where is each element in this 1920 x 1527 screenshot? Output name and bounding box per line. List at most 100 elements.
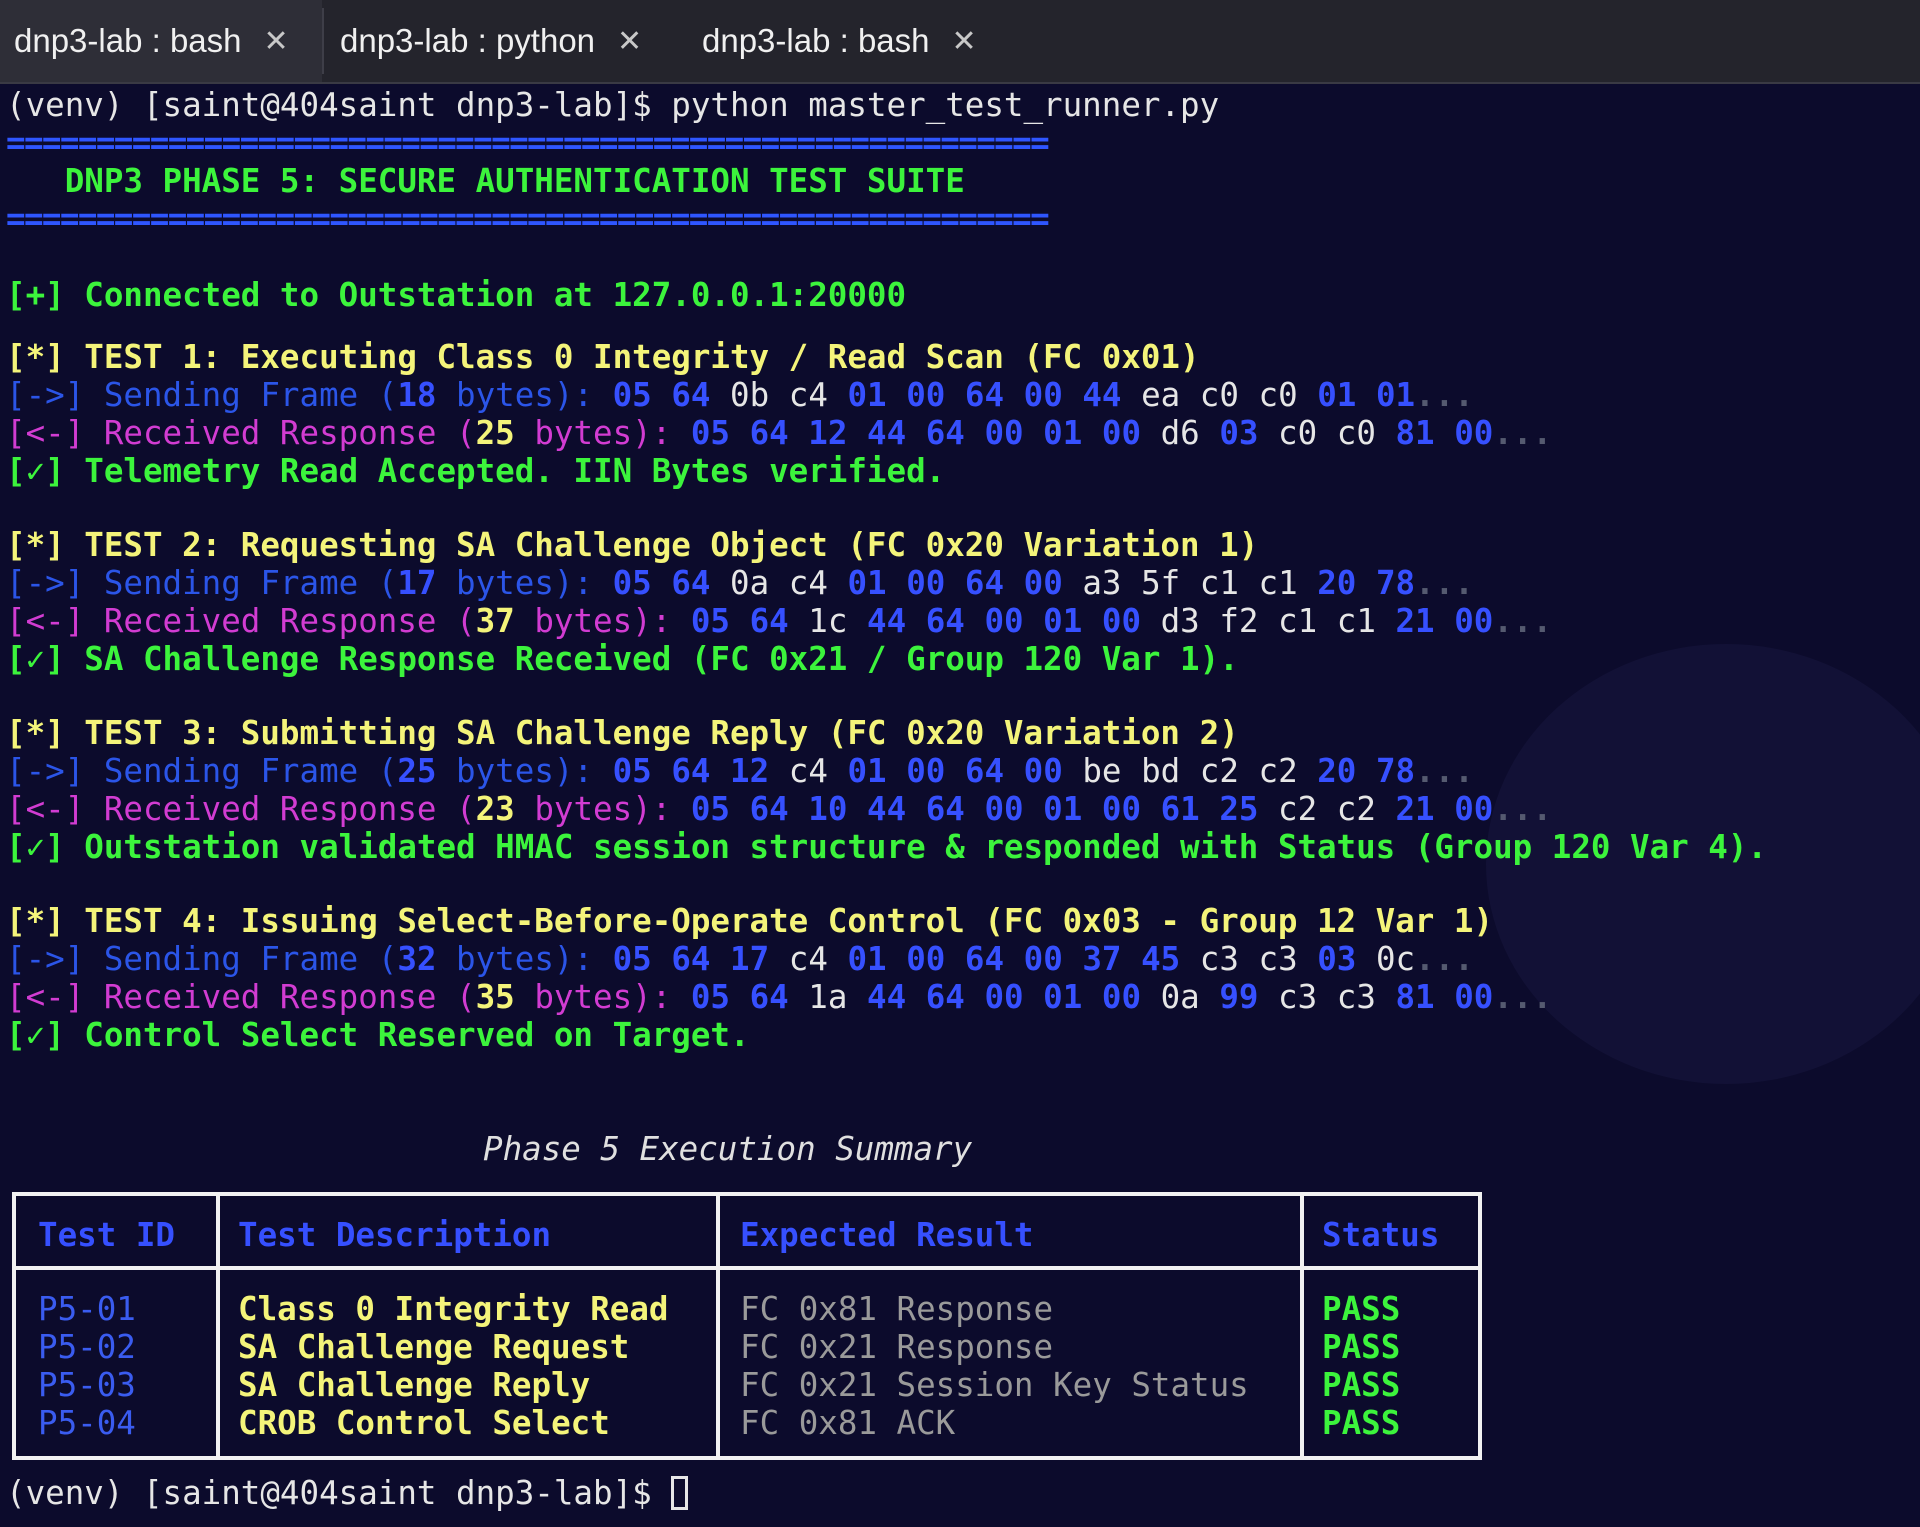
receive-label: bytes):	[514, 790, 691, 828]
hex-byte: 01	[1043, 414, 1083, 452]
receive-label: bytes):	[514, 978, 691, 1016]
close-icon[interactable]: ✕	[264, 24, 289, 59]
tab-label: dnp3-lab : python	[340, 22, 596, 59]
hex-byte: 00	[906, 940, 946, 978]
ellipsis: ...	[1493, 414, 1553, 452]
hex-byte: 81	[1395, 414, 1435, 452]
test-result: [✓] SA Challenge Response Received (FC 0…	[6, 640, 1239, 678]
hex-byte: c0	[1278, 414, 1318, 452]
hex-byte: c0	[1258, 376, 1298, 414]
hex-byte: 00	[906, 752, 946, 790]
hex-byte: 99	[1219, 978, 1259, 1016]
hex-byte: 64	[925, 414, 965, 452]
hex-byte: 05	[690, 790, 730, 828]
byte-count: 23	[475, 790, 515, 828]
hex-byte: a3	[1082, 564, 1122, 602]
test-result: [✓] Control Select Reserved on Target.	[6, 1016, 750, 1054]
hex-byte: 64	[925, 790, 965, 828]
command-line: (venv) [saint@404saint dnp3-lab]$ python…	[6, 86, 1219, 124]
hex-byte: 00	[984, 978, 1024, 1016]
test-description-cell: Class 0 Integrity Read	[238, 1290, 669, 1328]
hex-byte: 01	[1375, 376, 1416, 414]
hex-byte: 00	[1101, 414, 1142, 452]
hex-byte: 0c	[1375, 940, 1416, 978]
receive-label: [<-] Received Response (	[6, 414, 476, 452]
final-prompt-line[interactable]: (venv) [saint@404saint dnp3-lab]$	[6, 1474, 689, 1512]
send-label: [->] Sending Frame (	[6, 564, 398, 602]
hex-byte: 12	[730, 752, 770, 790]
hex-byte: bd	[1141, 752, 1181, 790]
test-id-cell: P5-01	[38, 1290, 136, 1328]
hex-byte: 44	[867, 790, 907, 828]
hex-byte: c3	[1278, 978, 1318, 1016]
hex-byte: c2	[1336, 790, 1376, 828]
received-response-line: [<-] Received Response (37 bytes): 05 64…	[6, 602, 1552, 640]
tab-bar: dnp3-lab : bash ✕ dnp3-lab : python ✕ dn…	[0, 0, 1920, 84]
command-text: python master_test_runner.py	[671, 86, 1220, 124]
tab-bash-1[interactable]: dnp3-lab : bash ✕	[0, 0, 322, 82]
hex-byte: 64	[671, 564, 711, 602]
shell-prompt: (venv) [saint@404saint dnp3-lab]$	[6, 86, 652, 124]
banner-title: DNP3 PHASE 5: SECURE AUTHENTICATION TEST…	[6, 162, 965, 200]
test-id-cell: P5-04	[38, 1404, 136, 1442]
hex-byte: 0a	[730, 564, 770, 602]
send-label: [->] Sending Frame (	[6, 376, 398, 414]
received-response-line: [<-] Received Response (25 bytes): 05 64…	[6, 414, 1552, 452]
hex-byte: 64	[964, 564, 1005, 602]
received-response-line: [<-] Received Response (35 bytes): 05 64…	[6, 978, 1552, 1016]
test-description-cell: SA Challenge Request	[238, 1328, 630, 1366]
ellipsis: ...	[1415, 564, 1474, 602]
status-cell: PASS	[1322, 1290, 1401, 1328]
hex-byte: c1	[1258, 564, 1298, 602]
hex-byte: 0a	[1160, 978, 1200, 1016]
hex-byte: 00	[1101, 978, 1142, 1016]
hex-byte: 00	[1101, 790, 1142, 828]
expected-result-cell: FC 0x21 Response	[740, 1328, 1054, 1366]
close-icon[interactable]: ✕	[952, 24, 977, 59]
test-id-cell: P5-02	[38, 1328, 136, 1366]
tab-bash-2[interactable]: dnp3-lab : bash ✕	[688, 0, 1008, 82]
column-divider	[216, 1196, 220, 1456]
hex-byte: 21	[1395, 790, 1435, 828]
byte-count: 32	[397, 940, 437, 978]
hex-byte: c2	[1278, 790, 1318, 828]
send-label: bytes):	[436, 564, 613, 602]
hex-byte: 00	[984, 602, 1024, 640]
hex-byte: 64	[749, 790, 789, 828]
send-label: [->] Sending Frame (	[6, 752, 398, 790]
hex-byte: 20	[1317, 564, 1357, 602]
terminal-output[interactable]: (venv) [saint@404saint dnp3-lab]$ python…	[0, 84, 1920, 1527]
hex-byte: 81	[1395, 978, 1435, 1016]
table-header-divider	[16, 1266, 1478, 1270]
hex-byte: c1	[1336, 602, 1376, 640]
ellipsis: ...	[1493, 790, 1553, 828]
byte-count: 25	[475, 414, 515, 452]
hex-byte: 05	[690, 414, 730, 452]
hex-byte: 00	[1454, 978, 1494, 1016]
column-divider	[1300, 1196, 1304, 1456]
hex-byte: c4	[788, 752, 828, 790]
hex-byte: 78	[1375, 752, 1416, 790]
hex-byte: 12	[808, 414, 848, 452]
ellipsis: ...	[1415, 376, 1474, 414]
hex-byte: c1	[1199, 564, 1239, 602]
close-icon[interactable]: ✕	[617, 24, 642, 59]
summary-title: Phase 5 Execution Summary	[483, 1130, 973, 1168]
hex-byte: 44	[867, 978, 907, 1016]
hex-byte: c3	[1199, 940, 1239, 978]
hex-byte: 64	[964, 752, 1005, 790]
hex-byte: 00	[984, 790, 1024, 828]
column-header-test-description: Test Description	[238, 1216, 552, 1254]
hex-byte: 01	[1043, 978, 1083, 1016]
receive-label: [<-] Received Response (	[6, 790, 476, 828]
tab-python[interactable]: dnp3-lab : python ✕	[326, 0, 666, 82]
expected-result-cell: FC 0x81 Response	[740, 1290, 1054, 1328]
hex-byte: 64	[964, 940, 1005, 978]
hex-byte: 00	[906, 376, 946, 414]
column-header-status: Status	[1322, 1216, 1440, 1254]
status-cell: PASS	[1322, 1366, 1401, 1404]
hex-byte: c4	[788, 940, 828, 978]
send-frame-line: [->] Sending Frame (32 bytes): 05 64 17 …	[6, 940, 1474, 978]
send-label: [->] Sending Frame (	[6, 940, 398, 978]
hex-byte: c3	[1336, 978, 1376, 1016]
